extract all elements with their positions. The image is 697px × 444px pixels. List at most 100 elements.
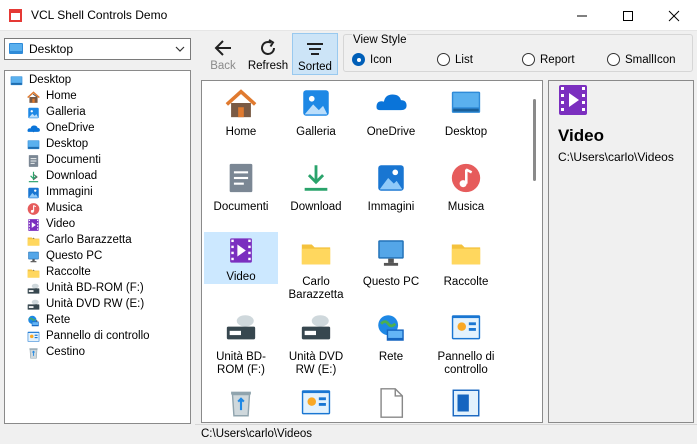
list-item[interactable]: Video bbox=[204, 232, 278, 284]
list-item[interactable] bbox=[429, 382, 503, 422]
radio-report-view[interactable]: Report bbox=[522, 53, 575, 66]
list-item[interactable]: Unità DVD RW (E:) bbox=[279, 307, 353, 377]
tree-item[interactable]: Documenti bbox=[5, 153, 190, 169]
refresh-icon bbox=[261, 39, 275, 55]
tree-item[interactable]: Galleria bbox=[5, 105, 190, 121]
radio-smallicon-view[interactable]: SmallIcon bbox=[607, 53, 676, 66]
tree-item-label: Unità DVD RW (E:) bbox=[46, 298, 145, 310]
radio-unselected-icon bbox=[437, 53, 450, 66]
app-icon bbox=[9, 9, 22, 22]
list-item[interactable]: Rete bbox=[354, 307, 428, 377]
tree-item[interactable]: Rete bbox=[5, 313, 190, 329]
tree-item[interactable]: Unità BD-ROM (F:) bbox=[5, 281, 190, 297]
list-item-label: Video bbox=[226, 271, 256, 283]
sorted-button[interactable]: Sorted bbox=[292, 33, 338, 75]
minimize-button[interactable] bbox=[559, 0, 605, 31]
list-item[interactable]: Download bbox=[279, 157, 353, 227]
list-item[interactable]: Pannello di controllo bbox=[429, 307, 503, 377]
location-combobox[interactable]: Desktop bbox=[4, 38, 191, 60]
file-list-view[interactable]: Home Galleria OneDrive Desktop Documenti Down… bbox=[201, 80, 543, 423]
list-item-label: Home bbox=[225, 126, 257, 138]
list-item-label: Rete bbox=[378, 351, 404, 363]
status-path: C:\Users\carlo\Videos bbox=[201, 428, 312, 440]
radio-icon-view[interactable]: Icon bbox=[352, 53, 392, 66]
control-panel-icon bbox=[451, 315, 481, 340]
tree-item[interactable]: Raccolte bbox=[5, 265, 190, 281]
tree-item-label: Cestino bbox=[46, 346, 85, 358]
radio-list-view[interactable]: List bbox=[437, 53, 473, 66]
list-item[interactable]: Musica bbox=[429, 157, 503, 227]
list-item-label: OneDrive bbox=[366, 126, 416, 138]
list-item-label: Carlo Barazzetta bbox=[288, 276, 344, 301]
preview-panel: Video C:\Users\carlo\Videos bbox=[548, 80, 694, 423]
vertical-scrollbar[interactable] bbox=[533, 99, 536, 181]
maximize-icon bbox=[623, 10, 633, 21]
list-item[interactable]: OneDrive bbox=[354, 82, 428, 152]
video-icon bbox=[559, 85, 587, 115]
refresh-button[interactable]: Refresh bbox=[246, 33, 290, 75]
tree-item[interactable]: Unità DVD RW (E:) bbox=[5, 297, 190, 313]
list-item[interactable]: Desktop bbox=[429, 82, 503, 152]
refresh-label: Refresh bbox=[247, 60, 289, 72]
list-item[interactable]: Home bbox=[204, 82, 278, 152]
chevron-down-icon[interactable] bbox=[174, 43, 186, 55]
list-item[interactable]: Carlo Barazzetta bbox=[279, 232, 353, 302]
tree-item-label: Carlo Barazzetta bbox=[46, 234, 132, 246]
list-item[interactable]: Questo PC bbox=[354, 232, 428, 302]
tree-item-label: Musica bbox=[46, 202, 83, 214]
video-icon bbox=[230, 238, 252, 263]
status-bar: C:\Users\carlo\Videos bbox=[195, 424, 697, 444]
sort-icon bbox=[307, 43, 323, 55]
tree-item-label: Immagini bbox=[46, 186, 93, 198]
tree-item[interactable]: Pannello di controllo bbox=[5, 329, 190, 345]
list-item[interactable]: Galleria bbox=[279, 82, 353, 152]
back-button[interactable]: Back bbox=[200, 33, 246, 75]
tree-item[interactable]: Cestino bbox=[5, 345, 190, 361]
list-item[interactable] bbox=[279, 382, 353, 422]
list-item-label: Unità BD-ROM (F:) bbox=[216, 351, 266, 376]
list-item[interactable]: Documenti bbox=[204, 157, 278, 227]
tree-item[interactable]: Questo PC bbox=[5, 249, 190, 265]
title-bar: VCL Shell Controls Demo bbox=[0, 0, 697, 31]
list-item[interactable]: Raccolte bbox=[429, 232, 503, 302]
computer-icon bbox=[378, 240, 404, 266]
tree-item[interactable]: Video bbox=[5, 217, 190, 233]
tree-item[interactable]: Home bbox=[5, 89, 190, 105]
list-item[interactable]: Immagini bbox=[354, 157, 428, 227]
list-item[interactable]: Unità BD-ROM (F:) bbox=[204, 307, 278, 377]
list-item[interactable] bbox=[354, 382, 428, 422]
list-item-label: Raccolte bbox=[443, 276, 489, 288]
drive-icon bbox=[226, 315, 256, 340]
close-button[interactable] bbox=[651, 0, 697, 31]
folder-tree[interactable]: Desktop Home Galleria OneDrive Desktop Docume… bbox=[4, 70, 191, 424]
tree-item[interactable]: Carlo Barazzetta bbox=[5, 233, 190, 249]
tree-item-label: Raccolte bbox=[46, 266, 91, 278]
tree-item[interactable]: OneDrive bbox=[5, 121, 190, 137]
home-icon bbox=[27, 91, 40, 103]
tree-item[interactable]: Desktop bbox=[5, 73, 190, 89]
radio-unselected-icon bbox=[522, 53, 535, 66]
toolbar: Back Refresh Sorted bbox=[198, 32, 339, 76]
folder-icon bbox=[27, 269, 40, 278]
tree-item-label: Desktop bbox=[29, 74, 72, 86]
list-item-label: Pannello di controllo bbox=[437, 351, 495, 376]
view-style-title: View Style bbox=[352, 34, 408, 46]
download-icon bbox=[28, 171, 39, 183]
list-item-label: Musica bbox=[447, 201, 485, 213]
radio-label: SmallIcon bbox=[625, 53, 676, 66]
documents-icon bbox=[229, 163, 253, 193]
tree-item[interactable]: Musica bbox=[5, 201, 190, 217]
network-icon bbox=[378, 315, 404, 341]
desktop-icon bbox=[9, 43, 23, 54]
documents-icon bbox=[28, 155, 39, 167]
pictures-icon bbox=[28, 187, 39, 199]
tree-item[interactable]: Desktop bbox=[5, 137, 190, 153]
preview-path: C:\Users\carlo\Videos bbox=[558, 150, 674, 164]
tree-item-label: Home bbox=[46, 90, 77, 102]
tree-item[interactable]: Immagini bbox=[5, 185, 190, 201]
close-icon bbox=[668, 10, 680, 21]
recycle-bin-icon bbox=[231, 391, 251, 417]
maximize-button[interactable] bbox=[605, 0, 651, 31]
tree-item[interactable]: Download bbox=[5, 169, 190, 185]
list-item[interactable] bbox=[204, 382, 278, 422]
